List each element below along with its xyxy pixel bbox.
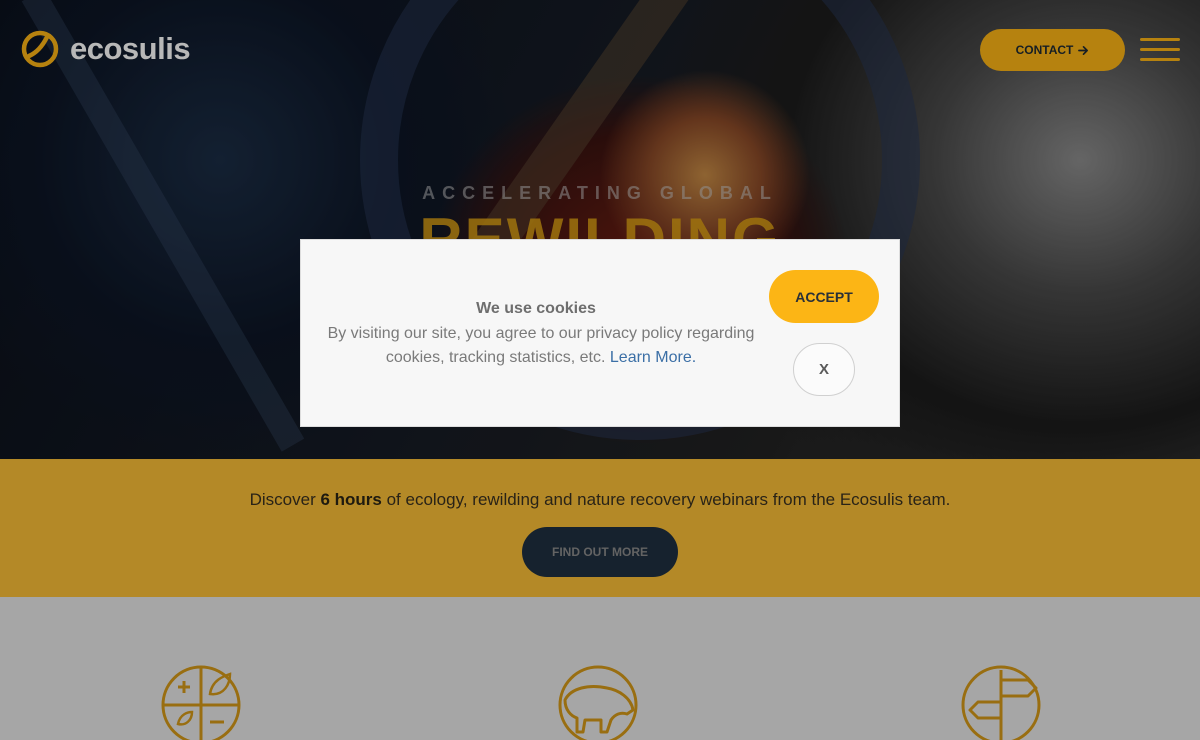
features-dim-overlay xyxy=(0,597,1200,740)
find-out-more-button[interactable]: FIND OUT MORE xyxy=(522,527,678,577)
banner-text: Discover 6 hours of ecology, rewilding a… xyxy=(0,490,1200,510)
banner-text-end: of ecology, rewilding and nature recover… xyxy=(381,490,951,509)
brand-name: ecosulis xyxy=(70,31,191,66)
hero-tagline: ACCELERATING GLOBAL xyxy=(422,183,778,203)
cookie-title: We use cookies xyxy=(476,300,596,317)
ecosulis-logo-icon xyxy=(21,30,59,68)
arrow-right-icon xyxy=(1078,45,1089,55)
cookie-consent-dialog: We use cookies By visiting our site, you… xyxy=(300,239,900,427)
site-logo[interactable]: ecosulis xyxy=(20,29,191,69)
close-cookie-button[interactable]: X xyxy=(793,343,855,396)
hamburger-menu-icon[interactable] xyxy=(1140,38,1180,62)
banner-text-highlight: 6 hours xyxy=(320,490,382,509)
accept-cookies-button[interactable]: ACCEPT xyxy=(769,270,879,323)
learn-more-link[interactable]: Learn More. xyxy=(610,349,696,366)
banner-text-start: Discover xyxy=(249,490,321,509)
contact-button[interactable]: CONTACT xyxy=(980,29,1125,71)
contact-label: CONTACT xyxy=(1015,43,1074,57)
cookie-message: By visiting our site, you agree to our p… xyxy=(311,322,771,370)
